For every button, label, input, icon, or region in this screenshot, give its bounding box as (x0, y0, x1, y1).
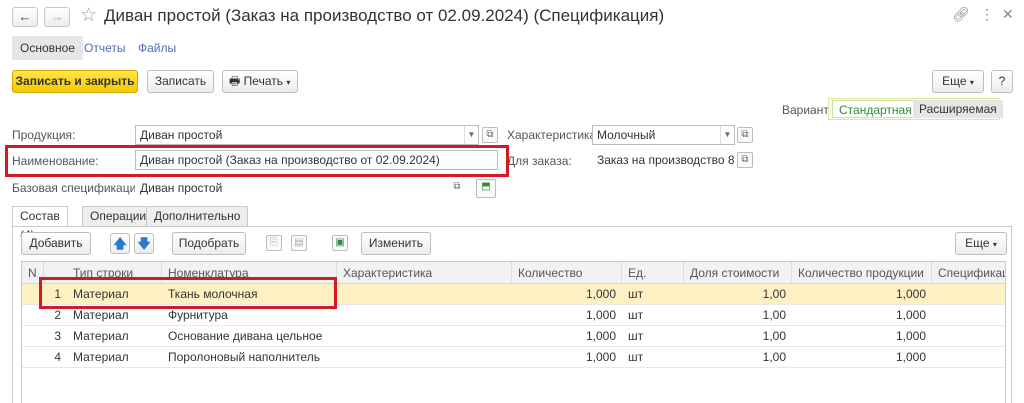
product-value: Диван простой (140, 128, 223, 142)
row-cost-share: 1,00 (762, 287, 786, 301)
close-icon[interactable]: ✕ (1002, 6, 1014, 23)
chevron-down-icon[interactable]: ▼ (464, 126, 478, 144)
save-button[interactable]: Записать (147, 70, 214, 93)
row-nomenclature: Поролоновый наполнитель (168, 350, 320, 364)
row-quantity: 1,000 (585, 308, 616, 322)
col-cost-share[interactable]: Доля стоимости (684, 262, 792, 284)
row-quantity: 1,000 (585, 287, 616, 301)
move-up-icon[interactable]: 🡅 (110, 233, 130, 254)
variant-label: Вариант: (782, 103, 833, 117)
row-cost-share: 1,00 (762, 308, 786, 322)
row-unit: шт (628, 350, 644, 364)
print-button[interactable]: 🖶︎ Печать ▾ (222, 70, 298, 93)
row-product-qty: 1,000 (895, 287, 926, 301)
copy-icon[interactable]: ⎘ (266, 235, 282, 251)
for-order-label: Для заказа: (507, 154, 572, 168)
back-button[interactable]: ← (12, 7, 38, 27)
col-characteristic[interactable]: Характеристика (337, 262, 512, 284)
base-spec-label: Базовая спецификация: (12, 181, 147, 195)
print-label: Печать (243, 74, 283, 88)
characteristic-field[interactable]: Молочный ▼ (592, 125, 735, 145)
save-and-close-button[interactable]: Записать и закрыть (12, 70, 138, 93)
base-spec-field[interactable]: Диван простой (135, 178, 465, 198)
row-cost-share: 1,00 (762, 329, 786, 343)
for-order-value: Заказ на производство 8 от (597, 153, 735, 167)
col-specification[interactable]: Спецификация (932, 262, 1005, 284)
row-type: Материал (73, 350, 129, 364)
variant-extended[interactable]: Расширяемая (913, 100, 1003, 118)
characteristic-label: Характеристика: (507, 128, 600, 142)
help-button[interactable]: ? (991, 70, 1013, 93)
row-unit: шт (628, 329, 644, 343)
row-cost-share: 1,00 (762, 350, 786, 364)
paste-icon[interactable]: ▤ (291, 235, 307, 251)
table-row[interactable]: 4 Материал Поролоновый наполнитель 1,000 шт 1… (22, 347, 1005, 368)
move-down-icon[interactable]: 🡇 (134, 233, 154, 254)
row-unit: шт (628, 308, 644, 322)
printer-icon: 🖶︎ (229, 74, 241, 88)
tab-additional[interactable]: Дополнительно (146, 206, 249, 227)
tab-operations[interactable]: Операции (82, 206, 155, 227)
row-unit: шт (628, 287, 644, 301)
row-characteristic (337, 305, 512, 326)
chevron-down-icon[interactable]: ▼ (720, 126, 734, 144)
row-characteristic (337, 347, 512, 368)
link-icon[interactable]: 🔗︎ (952, 6, 970, 23)
open-characteristic-icon[interactable]: ⧉ (737, 127, 753, 143)
row-product-qty: 1,000 (895, 308, 926, 322)
open-base-spec-icon[interactable]: ⧉ (449, 180, 465, 196)
col-quantity[interactable]: Количество (512, 262, 622, 284)
col-product-qty[interactable]: Количество продукции (792, 262, 932, 284)
chevron-down-icon: ▾ (969, 78, 974, 87)
row-quantity: 1,000 (585, 350, 616, 364)
variant-standard[interactable]: Стандартная (832, 100, 919, 118)
table-more-label: Еще (965, 236, 990, 250)
row-nomenclature: Основание дивана цельное (168, 329, 323, 343)
fill-from-spec-icon[interactable]: ⬒ (476, 179, 496, 198)
open-order-icon[interactable]: ⧉ (737, 152, 753, 168)
row-number: 3 (54, 329, 61, 343)
product-field[interactable]: Диван простой ▼ (135, 125, 479, 145)
for-order-field[interactable]: Заказ на производство 8 от (592, 150, 735, 170)
table-more-button[interactable]: Еще ▾ (955, 232, 1007, 255)
highlight-first-row (39, 277, 337, 309)
window-title: Диван простой (Заказ на производство от … (104, 6, 665, 25)
tab-files[interactable]: Файлы (130, 36, 184, 60)
row-product-qty: 1,000 (895, 350, 926, 364)
more-label: Еще (942, 74, 967, 88)
pick-button[interactable]: Подобрать (172, 232, 246, 255)
product-label: Продукция: (12, 128, 76, 142)
table-row[interactable]: 3 Материал Основание дивана цельное 1,000 шт… (22, 326, 1005, 347)
characteristic-value: Молочный (597, 128, 656, 142)
tab-main[interactable]: Основное (12, 36, 83, 60)
row-product-qty: 1,000 (895, 329, 926, 343)
add-button[interactable]: Добавить (21, 232, 91, 255)
favorite-star-icon[interactable]: ☆ (80, 4, 97, 27)
tab-reports[interactable]: Отчеты (76, 36, 133, 60)
variant-switch: Стандартная Расширяемая (828, 98, 1003, 120)
row-number: 4 (54, 350, 61, 364)
row-characteristic (337, 284, 512, 305)
change-button[interactable]: Изменить (361, 232, 431, 255)
fill-icon[interactable]: ▣ (332, 235, 348, 251)
more-button[interactable]: Еще ▾ (932, 70, 984, 93)
forward-button[interactable]: → (44, 7, 70, 27)
col-unit[interactable]: Ед. (622, 262, 684, 284)
row-type: Материал (73, 329, 129, 343)
row-quantity: 1,000 (585, 329, 616, 343)
highlight-name-field (5, 145, 509, 177)
base-spec-value: Диван простой (140, 181, 223, 195)
tab-composition[interactable]: Состав (4) (12, 206, 68, 242)
chevron-down-icon: ▾ (992, 240, 997, 249)
menu-dots-icon[interactable]: ⋮ (980, 6, 994, 23)
chevron-down-icon: ▾ (286, 78, 291, 87)
open-product-icon[interactable]: ⧉ (482, 127, 498, 143)
row-characteristic (337, 326, 512, 347)
